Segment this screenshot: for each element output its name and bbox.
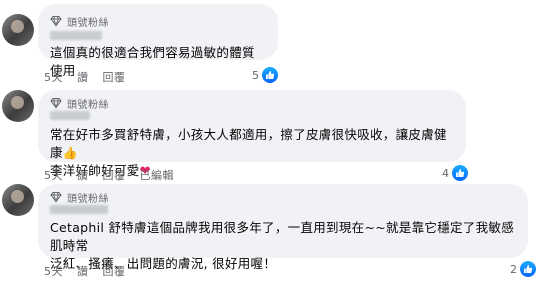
commenter-name-blurred[interactable] — [50, 111, 90, 120]
reply-button[interactable]: 回覆 — [103, 263, 126, 279]
reaction-summary[interactable]: 5 — [252, 67, 278, 83]
comment-bubble: 頭號粉絲 常在好市多買舒特膚，小孩大人都適用，擦了皮膚很快吸收，讓皮膚健康👍 李… — [38, 90, 466, 179]
badge-label: 頭號粉絲 — [67, 193, 109, 205]
top-fan-badge: 頭號粉絲 — [50, 13, 266, 29]
reaction-count: 4 — [442, 166, 449, 180]
edited-label: 已編輯 — [139, 169, 174, 182]
diamond-icon — [50, 191, 62, 203]
thumbs-up-emoji: 👍 — [62, 146, 79, 160]
reaction-summary[interactable]: 4 — [442, 165, 468, 181]
comment-bubble: 頭號粉絲 Cetaphil 舒特膚這個品牌我用很多年了，一直用到現在~~就是靠它… — [38, 184, 528, 271]
reaction-summary[interactable]: 2 — [510, 261, 536, 277]
like-reaction-icon — [452, 165, 468, 181]
like-reaction-icon — [262, 67, 278, 83]
reply-button[interactable]: 回覆 — [103, 69, 126, 85]
like-button[interactable]: 讚 — [77, 263, 89, 279]
comment-text-line-1: 常在好市多買舒特膚，小孩大人都適用，擦了皮膚很快吸收，讓皮膚健康 — [50, 127, 447, 160]
comment-text-line-1: Cetaphil 舒特膚這個品牌我用很多年了，一直用到現在~~就是靠它穩定了我敏… — [50, 220, 515, 253]
badge-label: 頭號粉絲 — [67, 99, 109, 111]
diamond-icon — [50, 15, 62, 27]
timestamp-link[interactable]: 5天 — [44, 69, 63, 85]
reaction-count: 2 — [510, 262, 517, 276]
comment-bubble: 頭號粉絲 這個真的很適合我們容易過敏的體質使用 — [38, 4, 278, 78]
badge-label: 頭號粉絲 — [67, 17, 109, 29]
reply-button[interactable]: 回覆 — [103, 167, 126, 183]
top-fan-badge: 頭號粉絲 — [50, 95, 454, 111]
commenter-avatar[interactable] — [2, 90, 34, 122]
timestamp-link[interactable]: 5天 — [44, 167, 63, 183]
commenter-avatar[interactable] — [2, 14, 34, 46]
like-button[interactable]: 讚 — [77, 69, 89, 85]
comment-actions: 5天 讚 回覆 — [44, 263, 126, 279]
timestamp-link[interactable]: 5天 — [44, 263, 63, 279]
diamond-icon — [50, 97, 62, 109]
comment-actions: 5天 讚 回覆 已編輯 — [44, 167, 174, 183]
comment-actions: 5天 讚 回覆 — [44, 69, 126, 85]
commenter-name-blurred[interactable] — [50, 205, 108, 214]
commenter-avatar[interactable] — [2, 184, 34, 216]
top-fan-badge: 頭號粉絲 — [50, 189, 516, 205]
commenter-name-blurred[interactable] — [50, 31, 102, 40]
like-reaction-icon — [520, 261, 536, 277]
reaction-count: 5 — [252, 68, 259, 82]
like-button[interactable]: 讚 — [77, 167, 89, 183]
